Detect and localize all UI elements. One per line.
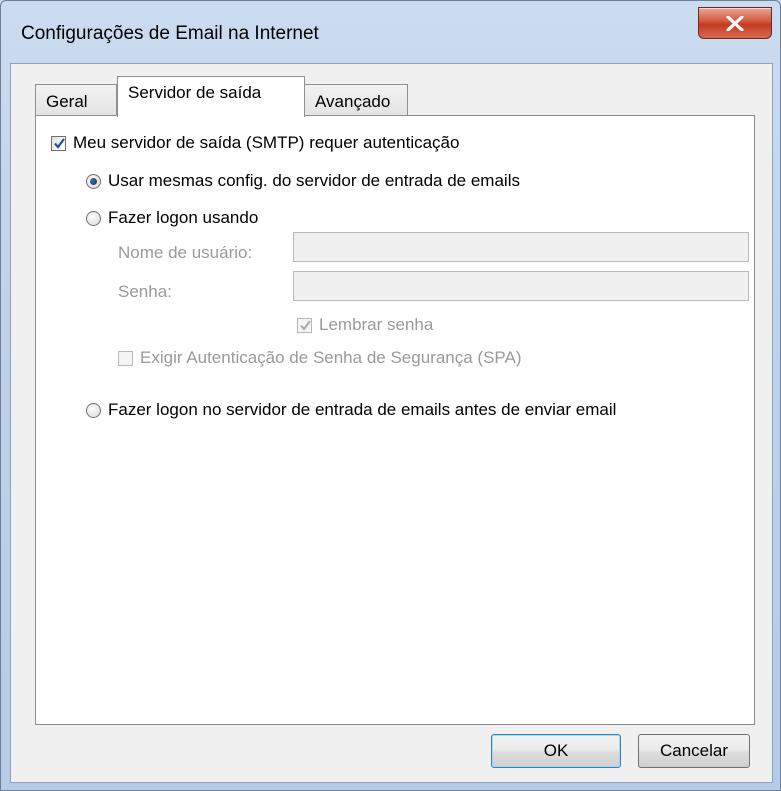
tab-label: Avançado xyxy=(315,92,391,111)
smtp-auth-checkbox-row[interactable]: Meu servidor de saída (SMTP) requer aute… xyxy=(51,133,459,153)
username-field[interactable] xyxy=(293,232,749,262)
dialog-client: Geral Servidor de saída Avançado Meu ser… xyxy=(10,63,773,783)
logon-using-label: Fazer logon usando xyxy=(108,208,259,227)
close-icon xyxy=(726,16,744,31)
remember-password-row[interactable]: Lembrar senha xyxy=(297,315,433,335)
logon-using-radio-row[interactable]: Fazer logon usando xyxy=(86,208,258,228)
title-bar[interactable]: Configurações de Email na Internet xyxy=(1,1,780,63)
spa-label: Exigir Autenticação de Senha de Seguranç… xyxy=(140,348,522,367)
logon-incoming-first-radio-row[interactable]: Fazer logon no servidor de entrada de em… xyxy=(86,400,616,420)
password-row: Senha: xyxy=(118,282,172,302)
tab-servidor-de-saida[interactable]: Servidor de saída xyxy=(117,76,305,117)
cancel-button[interactable]: Cancelar xyxy=(638,734,750,768)
remember-password-label: Lembrar senha xyxy=(319,315,434,334)
spa-checkbox[interactable] xyxy=(118,350,133,366)
smtp-auth-checkbox[interactable] xyxy=(51,135,66,151)
password-label: Senha: xyxy=(118,282,172,301)
dialog-window: Configurações de Email na Internet Geral… xyxy=(0,0,781,791)
spa-row[interactable]: Exigir Autenticação de Senha de Seguranç… xyxy=(118,348,521,368)
username-label: Nome de usuário: xyxy=(118,243,253,262)
ok-button[interactable]: OK xyxy=(491,734,621,768)
window-title: Configurações de Email na Internet xyxy=(21,23,319,44)
logon-using-radio[interactable] xyxy=(86,210,101,226)
checkmark-icon xyxy=(300,319,311,331)
use-same-settings-radio-row[interactable]: Usar mesmas config. do servidor de entra… xyxy=(86,171,520,191)
password-field[interactable] xyxy=(293,271,749,301)
tab-geral[interactable]: Geral xyxy=(35,84,117,116)
smtp-auth-label: Meu servidor de saída (SMTP) requer aute… xyxy=(73,133,460,152)
tab-label: Servidor de saída xyxy=(128,83,262,102)
remember-password-checkbox[interactable] xyxy=(297,317,312,333)
tab-label: Geral xyxy=(46,92,88,111)
username-row: Nome de usuário: xyxy=(118,243,252,263)
logon-incoming-first-radio[interactable] xyxy=(86,402,101,418)
use-same-settings-label: Usar mesmas config. do servidor de entra… xyxy=(108,171,520,190)
tab-avancado[interactable]: Avançado xyxy=(304,84,408,116)
use-same-settings-radio[interactable] xyxy=(86,173,101,189)
checkmark-icon xyxy=(54,137,65,149)
tab-panel: Meu servidor de saída (SMTP) requer aute… xyxy=(35,115,755,725)
close-button[interactable] xyxy=(698,7,772,39)
logon-incoming-first-label: Fazer logon no servidor de entrada de em… xyxy=(108,400,617,419)
